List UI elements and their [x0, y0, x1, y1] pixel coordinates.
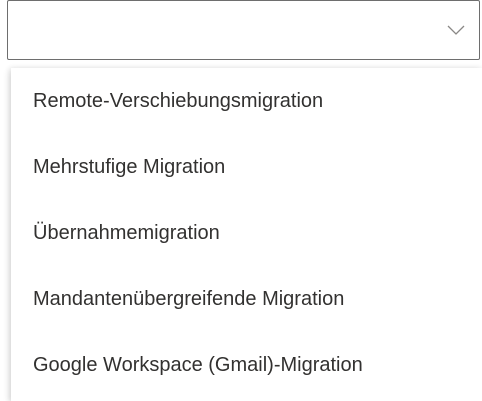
option-label: Google Workspace (Gmail)-Migration	[33, 353, 363, 376]
option-cross-tenant-migration[interactable]: Mandantenübergreifende Migration	[11, 266, 482, 332]
option-cutover-migration[interactable]: Übernahmemigration	[11, 200, 482, 266]
migration-type-select[interactable]	[7, 0, 480, 60]
migration-type-dropdown: Remote-Verschiebungsmigration Mehrstufig…	[0, 0, 482, 401]
option-label: Mandantenübergreifende Migration	[33, 287, 345, 310]
option-remote-move-migration[interactable]: Remote-Verschiebungsmigration	[11, 68, 482, 134]
option-label: Mehrstufige Migration	[33, 155, 226, 178]
option-label: Remote-Verschiebungsmigration	[33, 89, 324, 112]
dropdown-options-list: Remote-Verschiebungsmigration Mehrstufig…	[11, 68, 482, 401]
option-label: Übernahmemigration	[33, 221, 220, 244]
option-google-workspace-migration[interactable]: Google Workspace (Gmail)-Migration	[11, 332, 482, 398]
option-staged-migration[interactable]: Mehrstufige Migration	[11, 134, 482, 200]
chevron-down-icon	[447, 25, 465, 35]
